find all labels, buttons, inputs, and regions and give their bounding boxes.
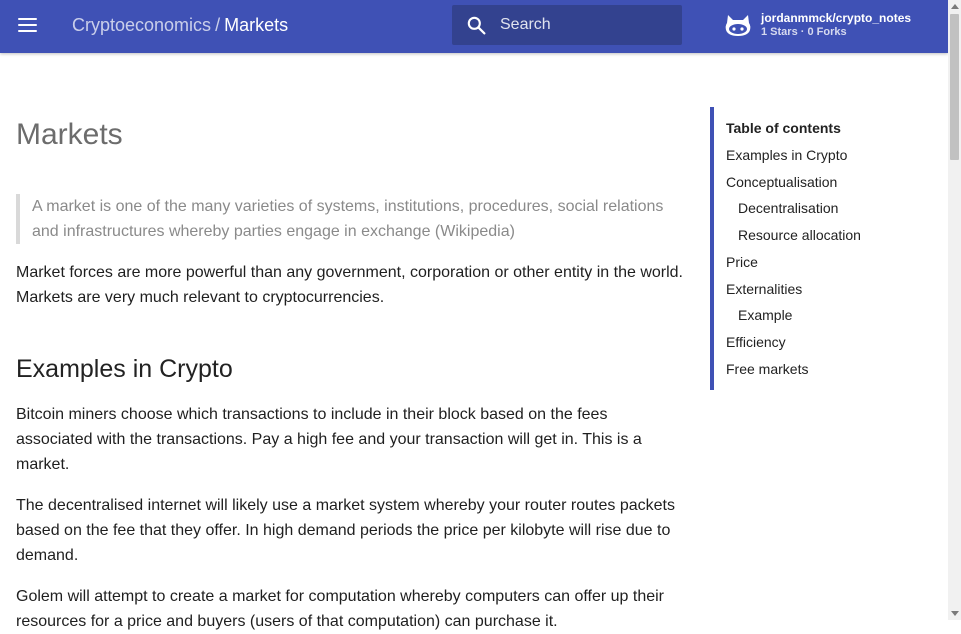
paragraph-bitcoin: Bitcoin miners choose which transactions… xyxy=(16,406,642,473)
search-box[interactable] xyxy=(452,5,682,45)
section-heading-examples: Examples in Crypto xyxy=(16,355,233,383)
repo-facts: 1 Stars · 0 Forks xyxy=(761,26,847,38)
intro-paragraph: Market forces are more powerful than any… xyxy=(16,264,683,306)
toc-item-price[interactable]: Price xyxy=(726,254,758,270)
site-title[interactable]: Cryptoeconomics xyxy=(72,15,211,35)
toc-item-conceptualisation[interactable]: Conceptualisation xyxy=(726,174,837,190)
search-input[interactable] xyxy=(500,5,670,45)
toc-item-free-markets[interactable]: Free markets xyxy=(726,361,808,377)
repo-name: jordanmmck/crypto_notes xyxy=(761,11,912,25)
breadcrumb-separator: / xyxy=(215,15,221,35)
paragraph-internet: The decentralised internet will likely u… xyxy=(16,497,675,564)
scrollbar-thumb[interactable] xyxy=(950,14,959,160)
github-icon xyxy=(725,15,751,36)
toc-item-externalities[interactable]: Externalities xyxy=(726,281,802,297)
search-icon xyxy=(467,16,486,35)
toc-title: Table of contents xyxy=(726,120,841,136)
toc-item-efficiency[interactable]: Efficiency xyxy=(726,334,786,350)
toc-item-examples-in-crypto[interactable]: Examples in Crypto xyxy=(726,147,847,163)
article: Markets A market is one of the many vari… xyxy=(16,100,688,634)
menu-icon[interactable] xyxy=(17,14,39,36)
toc-item-decentralisation[interactable]: Decentralisation xyxy=(738,200,838,216)
wikipedia-quote: A market is one of the many varieties of… xyxy=(16,194,688,244)
page-title: Markets xyxy=(224,15,289,35)
scrollbar[interactable] xyxy=(948,0,961,620)
toc-item-resource-allocation[interactable]: Resource allocation xyxy=(738,227,861,243)
article-title: Markets xyxy=(16,118,123,151)
breadcrumb: Cryptoeconomics / Markets xyxy=(72,14,288,36)
paragraph-golem: Golem will attempt to create a market fo… xyxy=(16,588,664,630)
toc-item-example[interactable]: Example xyxy=(738,307,792,323)
scroll-down-arrow-icon[interactable] xyxy=(951,611,959,616)
table-of-contents: Table of contents Examples in Crypto Con… xyxy=(710,107,924,390)
scroll-up-arrow-icon[interactable] xyxy=(951,4,959,9)
top-header: Cryptoeconomics/Markets jordanmmck/crypt… xyxy=(0,0,948,53)
